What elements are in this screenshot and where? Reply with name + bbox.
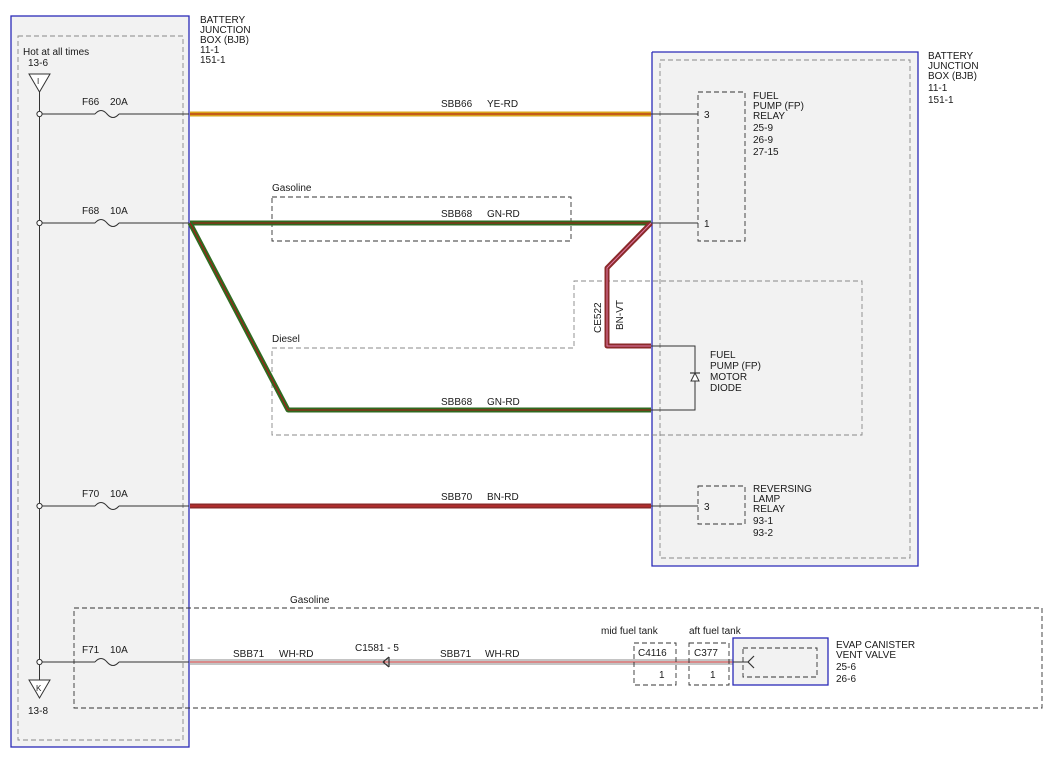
- c377-label: C377: [694, 648, 718, 659]
- reversing-relay-pin-3: 3: [704, 502, 710, 513]
- evap-valve-label-line-2: 25-6: [836, 662, 856, 673]
- wire-ce522: [604, 221, 653, 349]
- c4116-label: C4116: [638, 648, 667, 659]
- top-ref-label: 13-6: [28, 58, 48, 69]
- c1581-label: C1581 - 5: [355, 643, 399, 654]
- c4116-pin: 1: [659, 670, 665, 681]
- left-bjb-title-line-4: 151-1: [200, 55, 226, 66]
- fp-relay-label-line-4: 26-9: [753, 135, 773, 146]
- wire-sbb68-gasoline-circuit: SBB68: [441, 209, 473, 220]
- fuse-rating-f68: 10A: [110, 206, 128, 217]
- fp-relay-pin-3: 3: [704, 110, 710, 121]
- gasoline-region-bottom-label: Gasoline: [290, 595, 330, 606]
- wire-sbb68-diesel-color: GN-RD: [487, 397, 520, 408]
- diode-label-line-1: PUMP (FP): [710, 361, 761, 372]
- diesel-region-label: Diesel: [272, 334, 300, 345]
- gasoline-region-top: [271, 196, 572, 242]
- diode-label-line-2: MOTOR: [710, 372, 747, 383]
- wire-sbb70-circuit: SBB70: [441, 492, 473, 503]
- bottom-connector-letter: K: [36, 684, 42, 693]
- diode-label-line-3: DIODE: [710, 383, 742, 394]
- right-bjb-title: BATTERY JUNCTION BOX (BJB) 11-1 151-1: [928, 51, 979, 106]
- fuse-id-f66: F66: [82, 97, 100, 108]
- reversing-relay-label-line-3: 93-1: [753, 516, 773, 527]
- wiring-diagram: BATTERY JUNCTION BOX (BJB) 11-1 151-1 Ho…: [10, 15, 1043, 748]
- wire-sbb71-b-color: WH-RD: [485, 649, 519, 660]
- top-connector-letter: I: [37, 77, 39, 86]
- right-bjb-title-line-2: BOX (BJB): [928, 71, 977, 82]
- evap-valve-label: EVAP CANISTER VENT VALVE 25-6 26-6: [836, 640, 915, 685]
- hot-at-all-times-label: Hot at all times: [23, 47, 89, 58]
- fuse-id-f71: F71: [82, 645, 100, 656]
- right-bjb-title-line-4: 151-1: [928, 95, 954, 106]
- wire-sbb68-gasoline-color: GN-RD: [487, 209, 520, 220]
- fp-relay-label-line-3: 25-9: [753, 123, 773, 134]
- mid-fuel-tank-label: mid fuel tank: [601, 626, 659, 637]
- wire-sbb71-b-circuit: SBB71: [440, 649, 472, 660]
- fuse-rating-f66: 20A: [110, 97, 128, 108]
- wire-sbb70-color: BN-RD: [487, 492, 519, 503]
- reversing-relay-label-line-4: 93-2: [753, 528, 773, 539]
- gasoline-region-top-label: Gasoline: [272, 183, 312, 194]
- wire-sbb71-a-color: WH-RD: [279, 649, 313, 660]
- reversing-relay-label-line-2: RELAY: [753, 504, 785, 515]
- fp-relay-pin-1: 1: [704, 219, 710, 230]
- wire-sbb68-diesel-circuit: SBB68: [441, 397, 473, 408]
- fuse-id-f70: F70: [82, 489, 100, 500]
- fuse-rating-f70: 10A: [110, 489, 128, 500]
- wire-ce522-circuit: CE522: [593, 302, 604, 333]
- evap-valve-label-line-1: VENT VALVE: [836, 650, 896, 661]
- fp-relay-label-line-2: RELAY: [753, 111, 785, 122]
- wire-sbb71-a-circuit: SBB71: [233, 649, 265, 660]
- fp-relay-label-line-5: 27-15: [753, 147, 779, 158]
- c377-pin: 1: [710, 670, 716, 681]
- wire-ce522-color: BN-VT: [615, 300, 626, 330]
- left-bjb-box: [10, 15, 190, 748]
- fuse-id-f68: F68: [82, 206, 100, 217]
- diode-label-line-0: FUEL: [710, 350, 736, 361]
- right-bjb-title-line-3: 11-1: [928, 83, 948, 94]
- wire-sbb68-diesel: [187, 221, 651, 413]
- bottom-ref-label: 13-8: [28, 706, 48, 717]
- gasoline-region-bottom: [73, 607, 1043, 709]
- evap-valve-label-line-3: 26-6: [836, 674, 856, 685]
- wire-sbb66-color: YE-RD: [487, 99, 518, 110]
- fuse-rating-f71: 10A: [110, 645, 128, 656]
- aft-fuel-tank-label: aft fuel tank: [689, 626, 742, 637]
- left-bjb-title: BATTERY JUNCTION BOX (BJB) 11-1 151-1: [200, 15, 251, 66]
- wire-sbb66-circuit: SBB66: [441, 99, 473, 110]
